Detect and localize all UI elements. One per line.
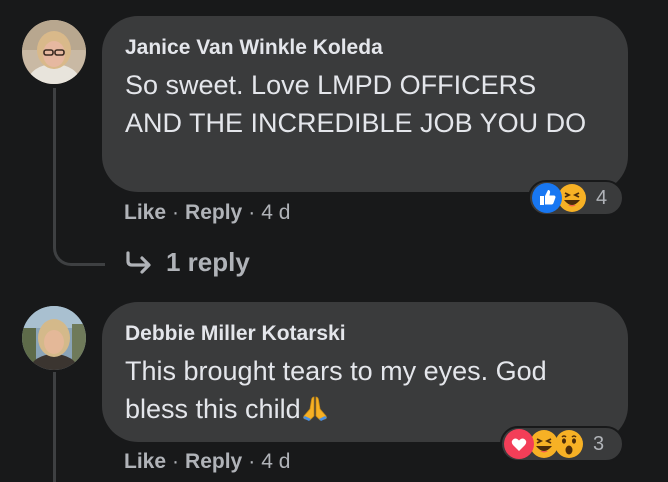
comment-author[interactable]: Debbie Miller Kotarski: [125, 322, 346, 346]
love-icon: [504, 429, 534, 459]
reaction-count: 4: [596, 186, 608, 209]
comment-text-content: This brought tears to my eyes. God bless…: [125, 356, 547, 424]
timestamp[interactable]: 4 d: [261, 201, 290, 224]
thread-line: [53, 372, 56, 482]
comment-bubble: Janice Van Winkle Koleda So sweet. Love …: [102, 16, 628, 192]
like-icon: [532, 183, 562, 213]
reply-button[interactable]: Reply: [185, 450, 242, 473]
reaction-count: 3: [593, 432, 605, 455]
folded-hands-icon: [301, 394, 329, 432]
like-button[interactable]: Like: [124, 201, 166, 224]
reaction-summary[interactable]: 4: [528, 180, 624, 216]
comment-bubble: Debbie Miller Kotarski This brought tear…: [102, 302, 628, 442]
avatar[interactable]: [22, 20, 86, 84]
separator: ·: [172, 201, 180, 224]
thread-line: [53, 88, 56, 238]
comment-text: This brought tears to my eyes. God bless…: [125, 352, 565, 432]
separator: ·: [172, 450, 180, 473]
replies-count: 1 reply: [166, 247, 250, 277]
avatar[interactable]: [22, 306, 86, 370]
reaction-summary[interactable]: 3: [500, 426, 624, 462]
like-button[interactable]: Like: [124, 450, 166, 473]
reply-arrow-icon: [126, 250, 151, 274]
view-replies-link[interactable]: 1 reply: [124, 247, 250, 278]
comment-author[interactable]: Janice Van Winkle Koleda: [125, 36, 383, 60]
thread-connector: [53, 228, 105, 266]
comment-text: So sweet. Love LMPD OFFICERS AND THE INC…: [125, 70, 587, 138]
separator: ·: [248, 201, 256, 224]
timestamp[interactable]: 4 d: [261, 450, 290, 473]
reply-button[interactable]: Reply: [185, 201, 242, 224]
comment-actions: Like · Reply · 4 d: [124, 450, 290, 474]
comment-actions: Like · Reply · 4 d: [124, 201, 290, 225]
separator: ·: [248, 450, 256, 473]
